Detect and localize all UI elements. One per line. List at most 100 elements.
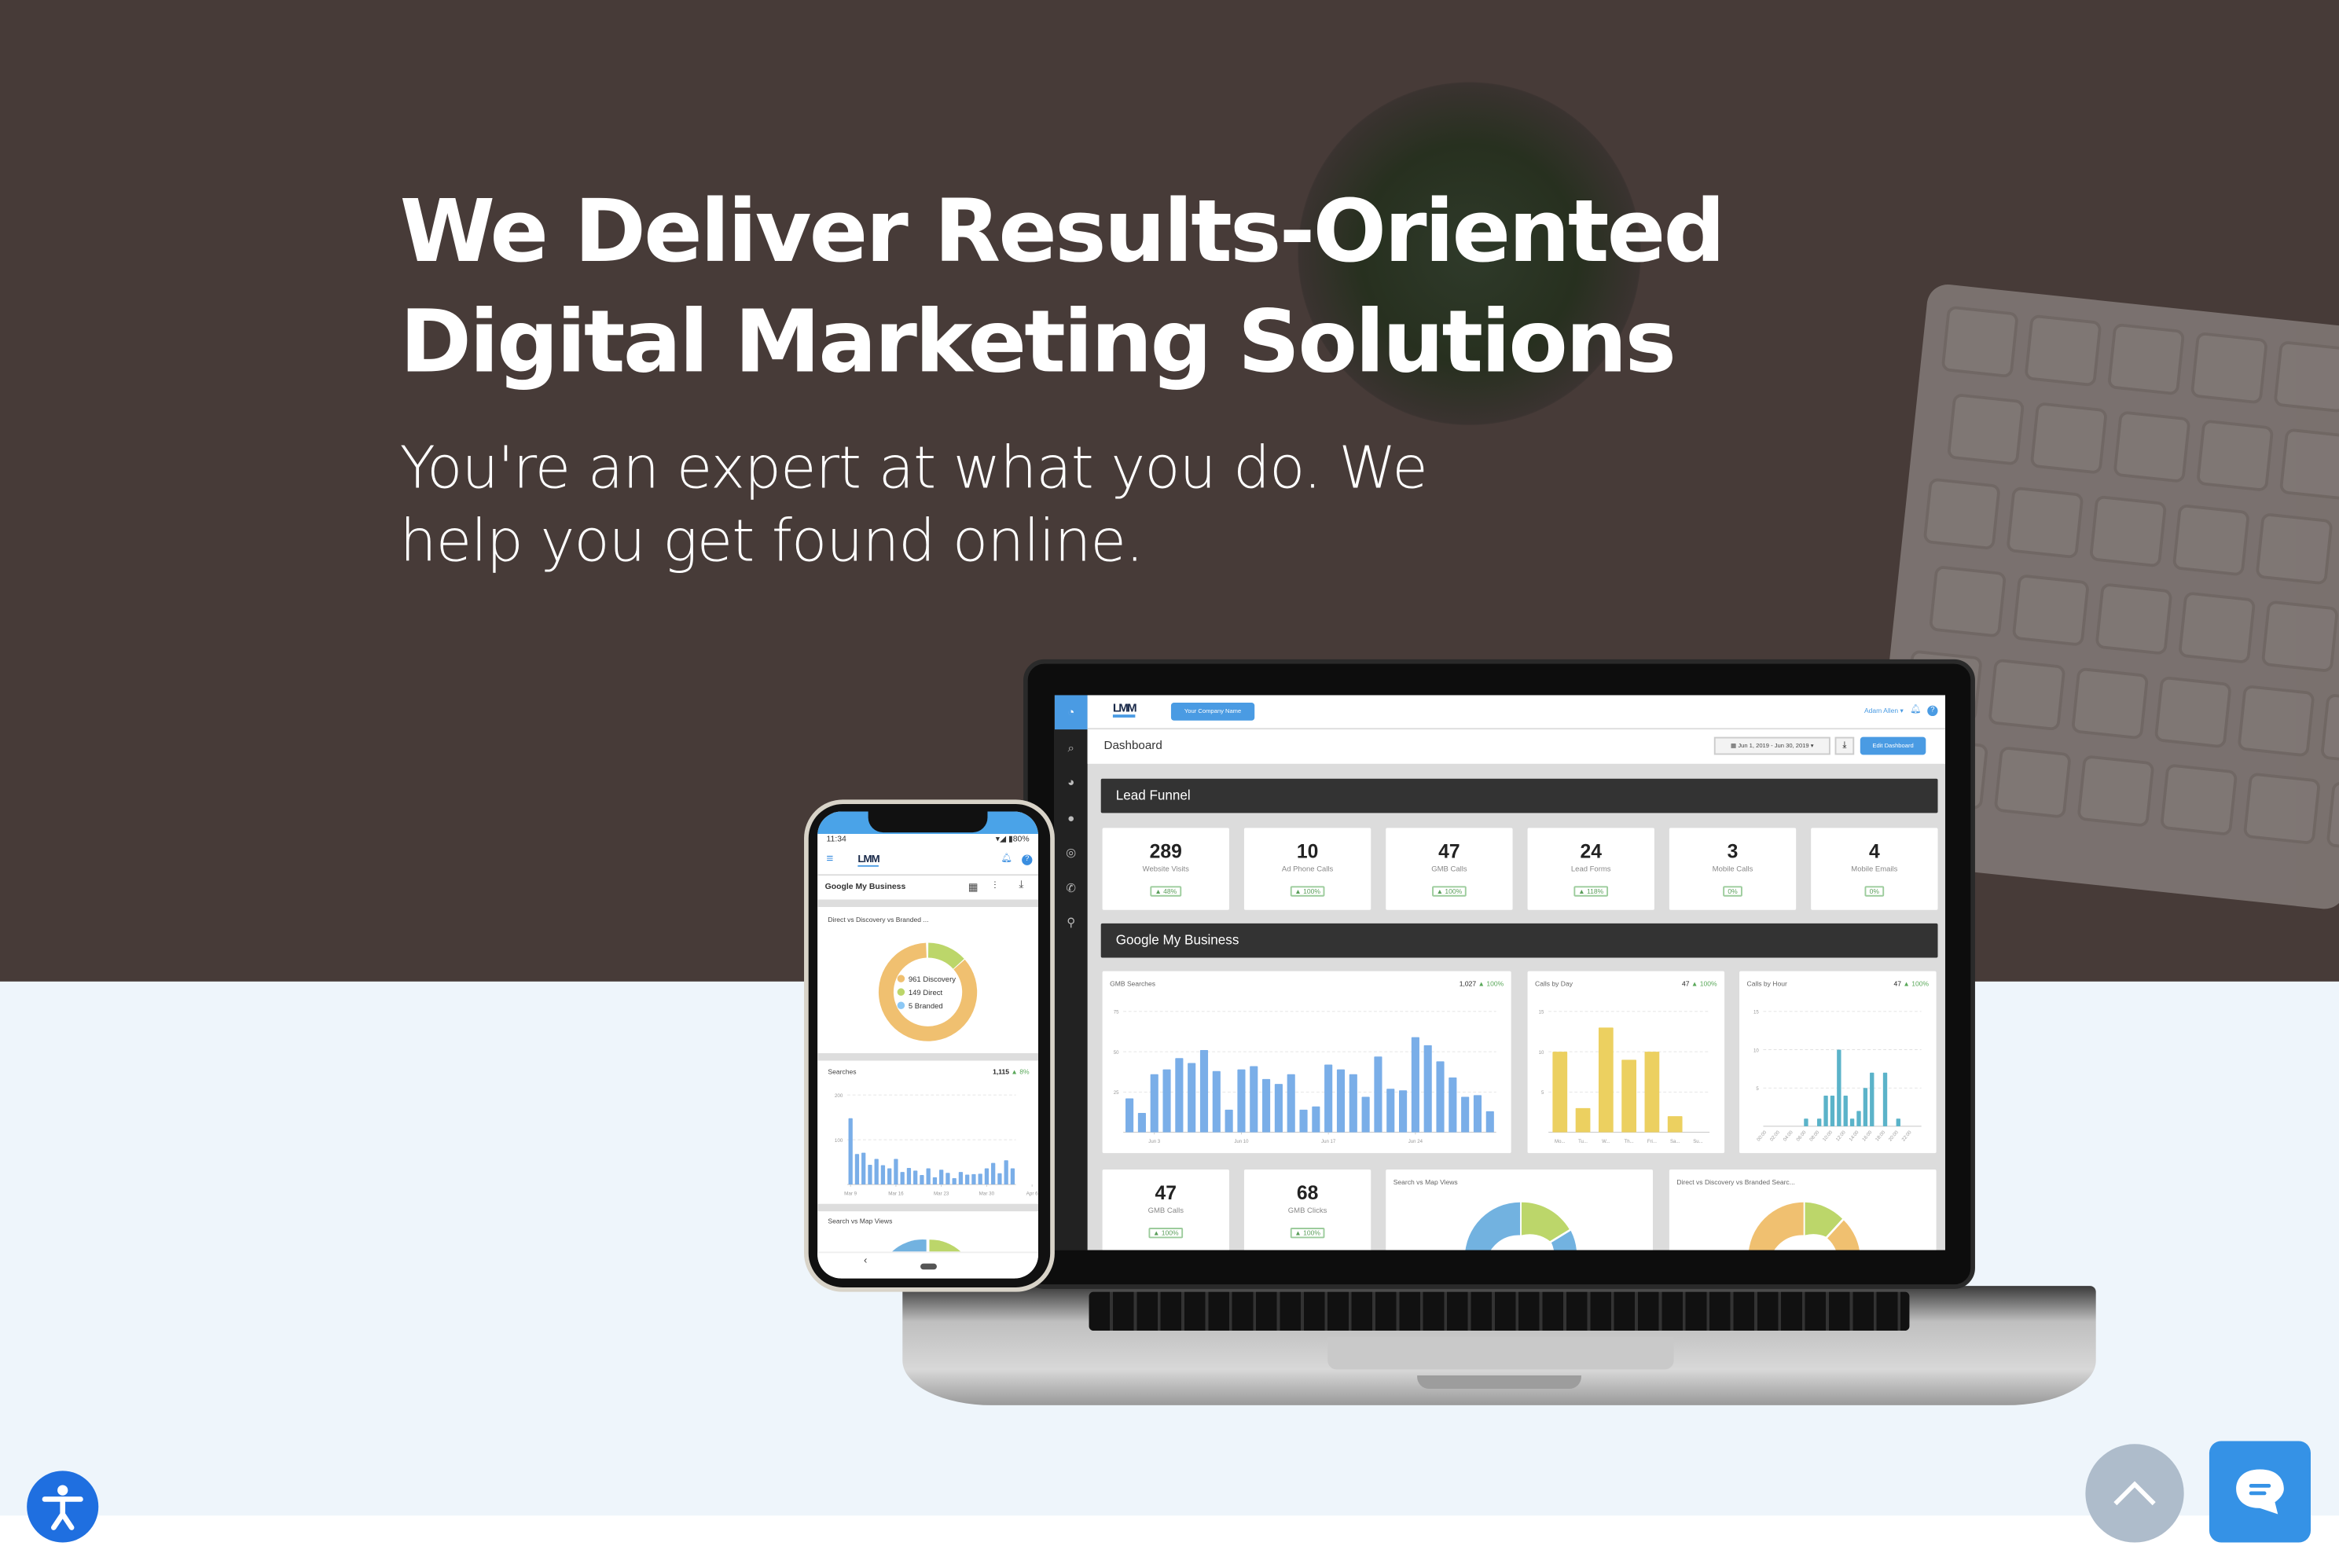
bar[interactable] [880,1165,886,1185]
bar[interactable] [1823,1096,1828,1126]
pie-chart-icon[interactable]: ◕ [1055,766,1088,800]
accessibility-button[interactable] [27,1471,99,1543]
bar[interactable] [1817,1118,1822,1126]
bar[interactable] [1411,1037,1419,1133]
bar[interactable] [1667,1116,1683,1133]
phone-icon[interactable]: ✆ [1055,870,1088,905]
bar[interactable] [1621,1059,1636,1133]
bar[interactable] [952,1178,957,1185]
bar[interactable] [1274,1084,1283,1133]
bar[interactable] [978,1173,982,1185]
bar[interactable] [1849,1118,1855,1126]
kpi-card[interactable]: 289 Website Visits ▲ 48% [1102,828,1229,910]
bar[interactable] [920,1175,924,1185]
bar[interactable] [1262,1078,1271,1133]
target-icon[interactable]: ◎ [1055,835,1088,870]
company-name-button[interactable]: Your Company Name [1170,702,1255,721]
bar[interactable] [854,1154,860,1185]
bar[interactable] [1575,1107,1591,1133]
bar[interactable] [1598,1027,1614,1133]
search-icon[interactable]: ⌕ [1055,730,1088,765]
bar[interactable] [1125,1098,1134,1133]
bar[interactable] [1361,1096,1370,1133]
bar[interactable] [1162,1069,1171,1133]
bar[interactable] [1804,1118,1808,1126]
bar[interactable] [1150,1074,1158,1133]
bar[interactable] [932,1177,938,1185]
bar[interactable] [1473,1095,1482,1133]
bar[interactable] [971,1173,976,1185]
kpi-card[interactable]: 68 GMB Clicks ▲ 100% [1243,1170,1371,1250]
bar[interactable] [1349,1074,1357,1133]
bar[interactable] [848,1118,853,1185]
download-icon[interactable]: ⤓ [1834,736,1855,755]
bar[interactable] [997,1173,1002,1185]
bar[interactable] [1004,1160,1008,1185]
bar[interactable] [887,1168,892,1185]
bar[interactable] [1863,1088,1868,1126]
bar[interactable] [1552,1052,1568,1133]
bar[interactable] [1336,1069,1346,1133]
edit-dashboard-button[interactable]: Edit Dashboard [1860,736,1926,755]
bar[interactable] [1644,1052,1660,1133]
bar[interactable] [926,1168,931,1185]
bar[interactable] [1324,1064,1333,1133]
kpi-card[interactable]: 10 Ad Phone Calls ▲ 100% [1243,828,1371,910]
bar[interactable] [900,1172,905,1185]
bar[interactable] [1449,1077,1457,1133]
bar[interactable] [1423,1045,1432,1133]
bar[interactable] [1188,1063,1196,1133]
home-pill[interactable] [920,1263,937,1270]
bar[interactable] [984,1168,990,1185]
bar[interactable] [913,1170,918,1185]
bar[interactable] [894,1159,898,1185]
bar[interactable] [874,1159,879,1185]
bar[interactable] [1882,1072,1888,1126]
bar[interactable] [1237,1069,1246,1133]
dashboard-icon[interactable]: ◔ [1054,695,1088,730]
bar[interactable] [1870,1072,1875,1126]
scroll-to-top-button[interactable] [2085,1444,2184,1543]
bar[interactable] [1374,1056,1382,1133]
bar[interactable] [946,1173,950,1185]
bar[interactable] [1461,1096,1470,1133]
kpi-card[interactable]: 47 GMB Calls ▲ 100% [1386,828,1513,910]
bar[interactable] [1856,1111,1861,1126]
bar[interactable] [1212,1070,1221,1133]
bar[interactable] [965,1174,970,1185]
user-menu[interactable]: Adam Allen ▾ [1864,707,1904,716]
bar[interactable] [991,1162,996,1185]
bar[interactable] [1010,1168,1015,1185]
bar[interactable] [1137,1112,1146,1133]
bar[interactable] [1250,1066,1258,1133]
help-icon[interactable]: ? [1022,854,1033,865]
calendar-icon[interactable]: ▦ [968,882,979,894]
map-pin-icon[interactable]: ⚲ [1055,905,1088,940]
chat-button[interactable] [2209,1441,2311,1543]
bar[interactable] [1299,1109,1308,1133]
kpi-card[interactable]: 24 Lead Forms ▲ 118% [1527,828,1654,910]
bar[interactable] [861,1152,866,1185]
filter-sliders-icon[interactable]: ⫶ [993,882,996,894]
bar[interactable] [1485,1111,1494,1133]
bar[interactable] [1436,1061,1445,1133]
hamburger-menu-icon[interactable]: ≡ [826,852,833,865]
bar[interactable] [958,1172,964,1185]
bar[interactable] [1896,1118,1900,1126]
bar[interactable] [906,1167,912,1185]
kpi-card[interactable]: 3 Mobile Calls 0% [1669,828,1797,910]
bar[interactable] [1386,1089,1395,1133]
bar[interactable] [1287,1074,1295,1133]
bell-icon[interactable]: 🔔︎ [1910,704,1921,714]
bar[interactable] [1843,1096,1848,1126]
bar[interactable] [1175,1058,1184,1133]
bar[interactable] [939,1170,944,1185]
download-icon[interactable]: ⤓ [1019,880,1023,892]
bar[interactable] [1830,1096,1835,1126]
chat-icon[interactable]: ● [1055,800,1088,835]
kpi-card[interactable]: 47 GMB Calls ▲ 100% [1102,1170,1229,1250]
date-range-picker[interactable]: ▦ Jun 1, 2019 - Jun 30, 2019 ▾ [1713,736,1830,755]
bell-icon[interactable]: 🔔︎ [1001,854,1012,864]
bar[interactable] [1399,1090,1408,1133]
bar[interactable] [1199,1050,1209,1133]
